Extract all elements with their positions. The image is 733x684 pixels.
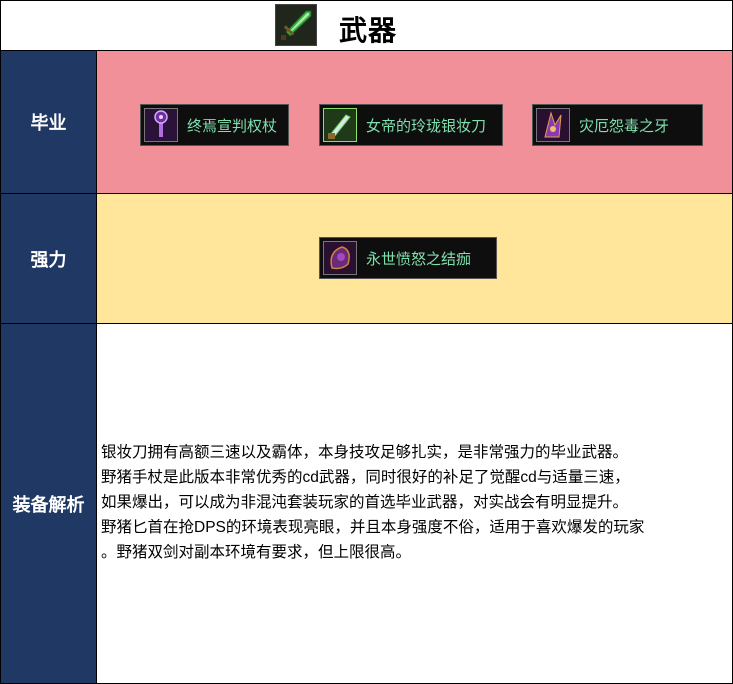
analysis-line: 银妆刀拥有高额三速以及霸体，本身技攻足够扎实，是非常强力的毕业武器。 [101, 444, 629, 461]
item-card-fang[interactable]: 灾厄怨毒之牙 [532, 104, 703, 146]
strong-content: 永世愤怒之结痂 [96, 193, 733, 324]
analysis-row: 装备解析 银妆刀拥有高额三速以及霸体，本身技攻足够扎实，是非常强力的毕业武器。 … [0, 323, 733, 684]
item-name: 灾厄怨毒之牙 [579, 117, 670, 135]
green-silver-blade-icon [323, 108, 357, 142]
purple-scab-icon [323, 241, 357, 275]
item-card-scab[interactable]: 永世愤怒之结痂 [319, 237, 497, 279]
graduation-content: 终焉宣判权杖 女帝的玲珑银妆刀 灾厄怨毒之牙 [96, 50, 733, 194]
green-sword-icon [275, 4, 317, 46]
item-name: 终焉宣判权杖 [187, 117, 278, 135]
title-row: 武器 [0, 0, 733, 52]
item-card-scepter[interactable]: 终焉宣判权杖 [140, 104, 289, 146]
analysis-text: 银妆刀拥有高额三速以及霸体，本身技攻足够扎实，是非常强力的毕业武器。 野猪手杖是… [101, 440, 731, 565]
graduation-label-cell: 毕业 [0, 50, 97, 194]
graduation-row: 毕业 终焉宣判权杖 女帝的玲珑银妆刀 灾厄怨毒之牙 [0, 50, 733, 194]
page-title: 武器 [339, 15, 398, 46]
item-name: 女帝的玲珑银妆刀 [366, 117, 487, 135]
analysis-line: 如果爆出，可以成为非混沌套装玩家的首选毕业武器，对实战会有明显提升。 [101, 494, 629, 511]
item-name: 永世愤怒之结痂 [366, 250, 472, 268]
strong-row: 强力 永世愤怒之结痂 [0, 193, 733, 324]
purple-fang-icon [536, 108, 570, 142]
analysis-line: 野猪匕首在抢DPS的环境表现亮眼，并且本身强度不俗，适用于喜欢爆发的玩家 [101, 519, 645, 536]
analysis-content: 银妆刀拥有高额三速以及霸体，本身技攻足够扎实，是非常强力的毕业武器。 野猪手杖是… [96, 323, 733, 684]
analysis-line: 。野猪双剑对副本环境有要求，但上限很高。 [101, 544, 412, 561]
analysis-line: 野猪手杖是此版本非常优秀的cd武器，同时很好的补足了觉醒cd与适量三速， [101, 469, 630, 486]
strong-label: 强力 [30, 249, 67, 270]
item-card-silver-blade[interactable]: 女帝的玲珑银妆刀 [319, 104, 503, 146]
analysis-label-cell: 装备解析 [0, 323, 97, 684]
strong-label-cell: 强力 [0, 193, 97, 324]
analysis-label: 装备解析 [12, 494, 85, 515]
graduation-label: 毕业 [30, 113, 67, 133]
purple-scepter-icon [144, 108, 178, 142]
weapon-sheet: 武器 毕业 终焉宣判权杖 女帝的玲珑银妆刀 灾厄怨毒之牙 强力 永世愤怒之结痂 … [0, 0, 733, 684]
